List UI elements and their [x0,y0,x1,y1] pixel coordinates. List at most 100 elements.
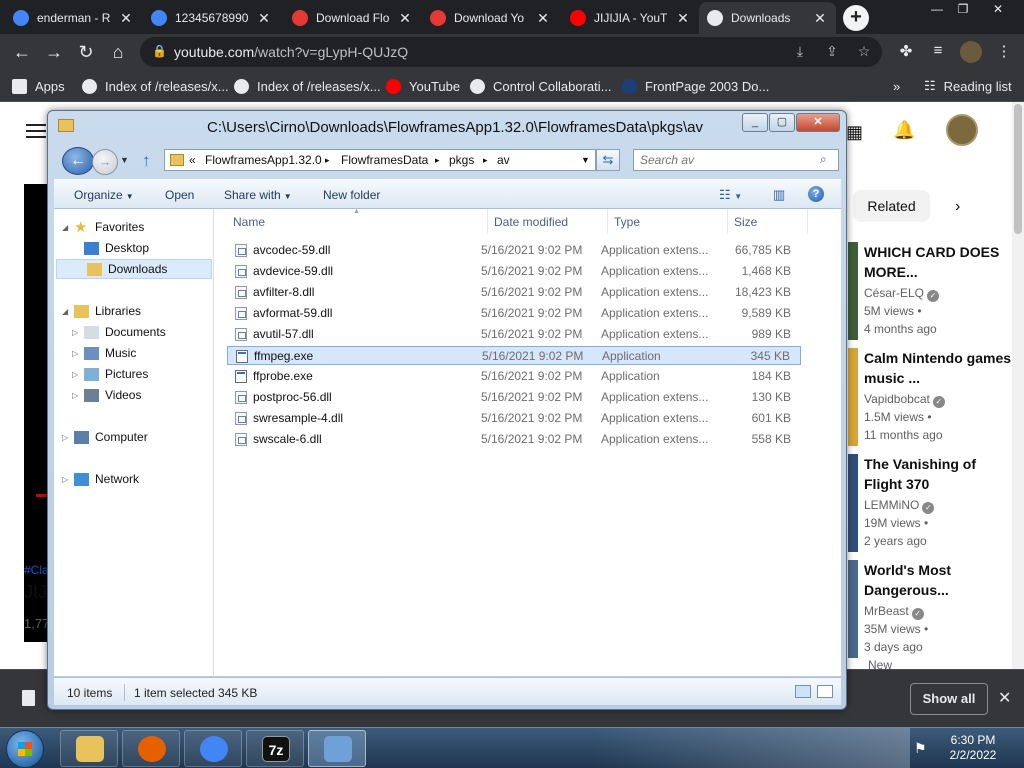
nav-item-favorites[interactable]: ◢ ★ Favorites [54,217,210,237]
search-box[interactable]: ⌕ [633,149,839,171]
system-clock[interactable]: 6:30 PM 2/2/2022 [940,733,1006,763]
expand-toggle-icon[interactable]: ▷ [72,349,78,358]
column-divider[interactable] [607,209,608,233]
expand-toggle-icon[interactable]: ▷ [72,370,78,379]
tab-close-icon[interactable]: ✕ [675,10,691,27]
browser-tab[interactable]: Downloads ✕ [699,2,836,34]
page-scrollbar[interactable] [1012,102,1024,727]
column-divider[interactable] [487,209,488,233]
address-bar[interactable]: 🔒 youtube.com/watch?v=gLypH-QUJzQ ⤓ ⇪ ☆ [140,37,882,67]
related-channel[interactable]: MrBeast ✓ [864,604,924,620]
related-video-title[interactable]: Calm Nintendo games music ... [864,348,1012,388]
action-center-flag-icon[interactable]: ⚑ [914,740,927,757]
column-header-name[interactable]: Name [233,215,265,229]
column-header-date[interactable]: Date modified [494,215,568,229]
column-divider[interactable] [807,209,808,233]
address-breadcrumb[interactable]: « FlowframesApp1.32.0 ▸ FlowframesData ▸… [164,149,596,171]
related-channel[interactable]: LEMMiNO ✓ [864,498,935,514]
column-header-size[interactable]: Size [734,215,757,229]
video-hashtag[interactable]: #Cla [24,563,49,577]
nav-item-computer[interactable]: ▷ Computer [54,427,210,447]
forward-arrow-icon[interactable]: → [92,149,118,175]
browser-tab[interactable]: Download Yo ✕ [422,2,559,34]
account-avatar[interactable] [946,114,978,146]
bookmark-item[interactable]: Index of /releases/x... [234,77,381,95]
bookmark-item[interactable]: Index of /releases/x... [82,77,229,95]
file-row[interactable]: ffprobe.exe 5/16/2021 9:02 PM Application 1… [227,367,801,386]
browser-tab[interactable]: 12345678990 ✕ [143,2,280,34]
file-row[interactable]: avcodec-59.dll 5/16/2021 9:02 PM Applicati… [227,241,801,260]
back-arrow-icon[interactable]: ← [10,40,34,64]
reading-list-button[interactable]: ☷ Reading list [924,77,1012,95]
breadcrumb-separator-icon[interactable]: ▸ [483,155,488,166]
share-icon[interactable]: ⇪ [822,43,842,63]
preview-pane-icon[interactable]: ▥ [773,187,785,203]
details-view-icon[interactable] [795,685,811,698]
install-app-icon[interactable]: ⤓ [790,43,810,63]
bookmarks-overflow-chevron-icon[interactable]: » [893,77,900,95]
large-icons-view-icon[interactable] [817,685,833,698]
breadcrumb-separator-icon[interactable]: ▸ [435,155,440,166]
new-folder-button[interactable]: New folder [323,188,380,202]
file-row[interactable]: avformat-59.dll 5/16/2021 9:02 PM Applicat… [227,304,801,323]
nav-item-downloads[interactable]: Downloads [56,259,212,279]
nav-item-network[interactable]: ▷ Network [54,469,210,489]
bookmark-item[interactable]: YouTube [386,77,460,95]
profile-avatar[interactable] [960,41,982,63]
bookmark-item[interactable]: Apps [12,77,65,95]
share-with-button[interactable]: Share with ▼ [224,188,292,202]
media-control-icon[interactable]: ≡ [928,42,948,62]
tab-close-icon[interactable]: ✕ [812,10,828,27]
column-divider[interactable] [727,209,728,233]
file-row[interactable]: avdevice-59.dll 5/16/2021 9:02 PM Applicat… [227,262,801,281]
recent-pages-dropdown-icon[interactable]: ▼ [120,155,129,165]
file-row[interactable]: postproc-56.dll 5/16/2021 9:02 PM Applicat… [227,388,801,407]
window-close-button[interactable]: ✕ [983,2,1013,18]
hamburger-menu-icon[interactable] [26,124,46,138]
expand-toggle-icon[interactable]: ▷ [62,433,68,442]
video-thumbnail[interactable] [848,560,858,658]
expand-toggle-icon[interactable]: ▷ [62,475,68,484]
open-button[interactable]: Open [165,188,194,202]
expand-toggle-icon[interactable]: ◢ [62,307,68,316]
video-thumbnail[interactable] [848,242,858,340]
home-icon[interactable]: ⌂ [106,40,130,64]
chevron-right-icon[interactable]: › [955,198,960,216]
refresh-icon[interactable]: ⇆ [596,149,620,171]
reload-icon[interactable]: ↻ [74,40,98,64]
restore-button[interactable]: ❐ [948,2,978,18]
related-channel[interactable]: Vapidbobcat ✓ [864,392,945,408]
chrome-menu-icon[interactable]: ⋮ [994,42,1014,62]
nav-item-libraries[interactable]: ◢ Libraries [54,301,210,321]
notifications-bell-icon[interactable]: 🔔 [893,120,915,141]
bookmark-item[interactable]: FrontPage 2003 Do... [622,77,769,95]
search-icon[interactable]: ⌕ [820,152,827,167]
breadcrumb-separator-icon[interactable]: ▸ [325,155,330,166]
bookmark-star-icon[interactable]: ☆ [854,43,874,63]
browser-tab[interactable]: enderman - R ✕ [5,2,142,34]
related-video-title[interactable]: The Vanishing of Flight 370 [864,454,1012,494]
related-video-title[interactable]: World's Most Dangerous... [864,560,1012,600]
apps-grid-icon[interactable]: ▦ [846,122,863,143]
video-thumbnail[interactable] [848,348,858,446]
browser-tab[interactable]: JIJIJIA - YouT ✕ [562,2,699,34]
start-button[interactable] [6,730,44,768]
help-icon[interactable]: ? [808,186,824,202]
back-arrow-icon[interactable]: ← [62,147,94,175]
file-row[interactable]: avfilter-8.dll 5/16/2021 9:02 PM Applicati… [227,283,801,302]
show-all-button[interactable]: Show all [910,683,988,715]
breadcrumb-flowframesdata[interactable]: FlowframesData [341,153,428,167]
close-icon[interactable]: ✕ [998,688,1011,708]
breadcrumb-overflow[interactable]: « [189,153,196,167]
tab-close-icon[interactable]: ✕ [256,10,272,27]
column-header-type[interactable]: Type [614,215,640,229]
explorer-maximize-button[interactable]: ▢ [769,113,795,132]
file-row[interactable]: ffmpeg.exe 5/16/2021 9:02 PM Application 34… [227,346,801,365]
breadcrumb-pkgs[interactable]: pkgs [449,153,474,167]
file-row[interactable]: avutil-57.dll 5/16/2021 9:02 PM Applicatio… [227,325,801,344]
new-tab-button[interactable]: + [843,5,869,31]
taskbar-app-explorer[interactable] [60,730,118,767]
explorer-close-button[interactable]: ✕ [796,113,840,132]
expand-toggle-icon[interactable]: ▷ [72,391,78,400]
search-input[interactable] [640,153,810,167]
